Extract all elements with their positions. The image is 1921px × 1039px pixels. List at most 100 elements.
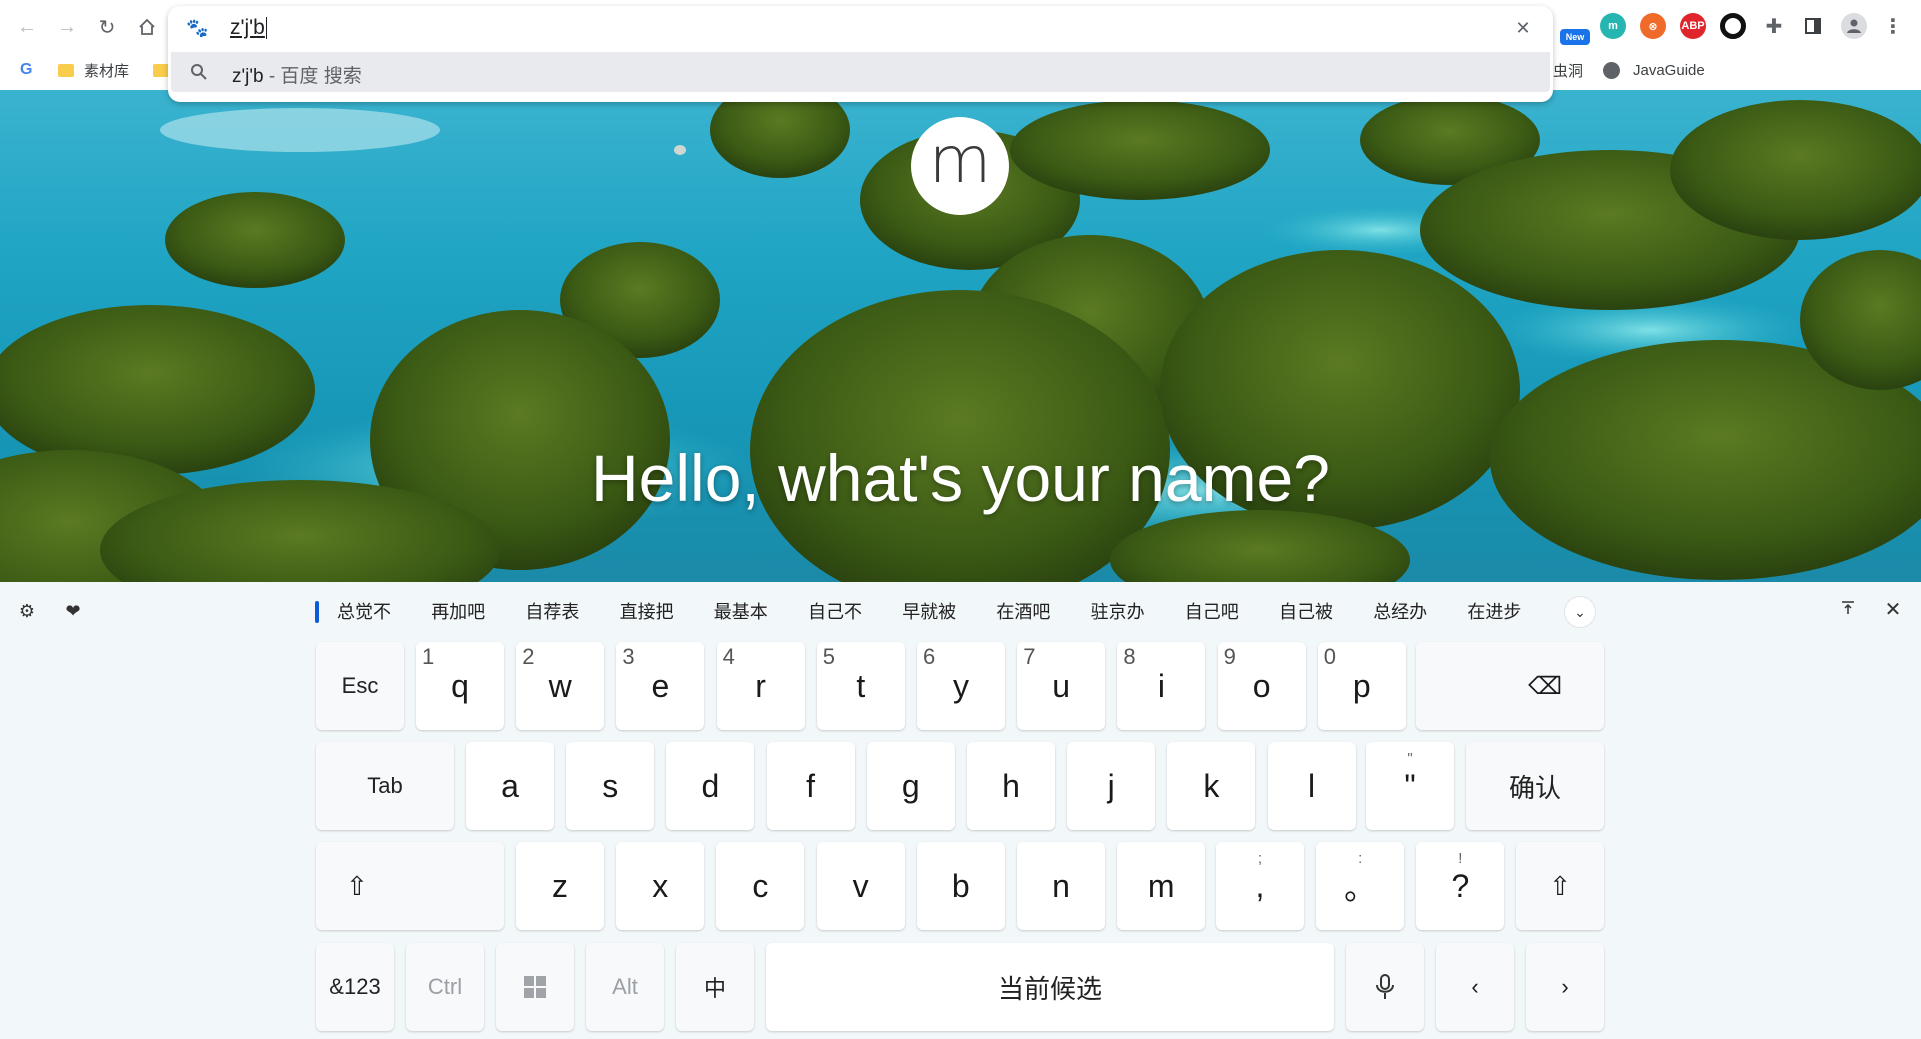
key-a[interactable]: a <box>466 742 554 830</box>
key-x[interactable]: x <box>616 842 705 930</box>
browser-menu-button[interactable]: ⋮ <box>1880 13 1906 39</box>
emoji-clipboard-button[interactable]: ❤ <box>62 600 84 622</box>
candidate-item[interactable]: 再加吧 <box>431 596 485 628</box>
extensions-puzzle-button[interactable]: ✚ <box>1761 13 1787 39</box>
m-extension[interactable]: m <box>1600 13 1626 39</box>
alt-key[interactable]: Alt <box>586 943 664 1031</box>
candidate-item[interactable]: 总经办 <box>1373 596 1427 628</box>
key-m[interactable]: m <box>1117 842 1206 930</box>
key-l[interactable]: l <box>1267 742 1356 830</box>
key-p[interactable]: 0p <box>1317 642 1406 730</box>
candidate-item[interactable]: 驻京办 <box>1091 596 1145 628</box>
language-key[interactable]: 中 <box>676 943 754 1031</box>
key-b[interactable]: b <box>916 842 1005 930</box>
candidate-item[interactable]: 自己吧 <box>1185 596 1239 628</box>
key-k[interactable]: k <box>1167 742 1256 830</box>
key-w[interactable]: 2w <box>516 642 605 730</box>
profile-avatar-button[interactable] <box>1841 13 1867 39</box>
candidate-item[interactable]: 直接把 <box>620 596 674 628</box>
key-char: ? <box>1451 867 1470 904</box>
candidate-item[interactable]: 最基本 <box>714 596 768 628</box>
quote-key[interactable]: " " <box>1366 742 1454 830</box>
microphone-key[interactable] <box>1346 943 1424 1031</box>
backspace-key[interactable]: ⌫ <box>1416 642 1604 730</box>
key-number: 1 <box>422 644 435 669</box>
space-key[interactable]: 当前候选 <box>766 943 1334 1031</box>
bookmark-chongdong[interactable]: 虫洞 <box>1553 58 1583 82</box>
candidate-item[interactable]: 在酒吧 <box>996 596 1050 628</box>
search-suggestion-row[interactable]: z'j'b - 百度 搜索 <box>171 52 1550 92</box>
candidate-item[interactable]: 在进步 <box>1467 596 1521 628</box>
key-u[interactable]: 7u <box>1017 642 1106 730</box>
candidate-item[interactable]: 早就被 <box>902 596 956 628</box>
key-i[interactable]: 8i <box>1117 642 1206 730</box>
key-s[interactable]: s <box>566 742 655 830</box>
tab-key[interactable]: Tab <box>316 742 454 830</box>
momentum-logo: m <box>911 117 1009 215</box>
key-n[interactable]: n <box>1017 842 1105 930</box>
reload-button[interactable]: ↻ <box>92 12 122 42</box>
profile-icon <box>1847 19 1861 33</box>
bookmark-folder-sucaiku[interactable]: 素材库 <box>58 58 129 82</box>
windows-key[interactable] <box>496 943 574 1031</box>
suggestion-query: z'j'b <box>232 66 264 87</box>
clear-input-button[interactable]: ✕ <box>1511 16 1535 40</box>
shift-right-key[interactable]: ⇧ <box>1516 842 1604 930</box>
arrow-right-key[interactable]: › <box>1526 943 1604 1031</box>
candidate-item[interactable]: 总觉不 <box>337 596 391 628</box>
candidate-item[interactable]: 自己不 <box>808 596 862 628</box>
close-keyboard-button[interactable]: ✕ <box>1881 598 1905 622</box>
greeting-prompt: Hello, what's your name? <box>591 441 1330 515</box>
arrow-left-key[interactable]: ‹ <box>1436 943 1514 1031</box>
confirm-key[interactable]: 确认 <box>1466 742 1604 830</box>
forward-button[interactable]: → <box>52 12 82 42</box>
ring-extension[interactable] <box>1720 13 1746 39</box>
key-shift-char: ! <box>1458 850 1463 867</box>
period-key[interactable]: :。 <box>1316 842 1405 930</box>
home-button[interactable] <box>132 12 162 42</box>
key-h[interactable]: h <box>967 742 1055 830</box>
side-panel-button[interactable] <box>1800 13 1826 39</box>
key-z[interactable]: z <box>516 842 604 930</box>
expand-candidates-button[interactable]: ⌄ <box>1564 596 1596 628</box>
orange-extension[interactable]: ⊗ <box>1640 13 1666 39</box>
address-bar[interactable]: 🐾 z'j'b ✕ <box>168 6 1553 50</box>
key-r[interactable]: 4r <box>716 642 805 730</box>
keyboard-settings-button[interactable]: ⚙ <box>16 600 38 622</box>
key-y[interactable]: 6y <box>917 642 1005 730</box>
key-g[interactable]: g <box>866 742 955 830</box>
address-input[interactable]: z'j'b <box>230 14 267 42</box>
shift-left-key[interactable]: ⇧ <box>316 842 504 930</box>
back-button[interactable]: ← <box>12 12 42 42</box>
key-f[interactable]: f <box>766 742 855 830</box>
key-j[interactable]: j <box>1067 742 1156 830</box>
gear-icon: ⚙ <box>18 601 36 621</box>
key-char: x <box>652 867 669 904</box>
comma-key[interactable]: ;, <box>1216 842 1304 930</box>
symbols-key[interactable]: &123 <box>316 943 394 1031</box>
key-e[interactable]: 3e <box>616 642 705 730</box>
bookmark-javaguide[interactable]: JavaGuide <box>1603 58 1705 82</box>
question-key[interactable]: !? <box>1416 842 1505 930</box>
new-badge-extension[interactable]: New <box>1560 29 1590 45</box>
dock-keyboard-button[interactable] <box>1837 600 1859 622</box>
google-bookmark[interactable]: G <box>20 58 32 82</box>
key-c[interactable]: c <box>716 842 805 930</box>
key-char: v <box>852 867 869 904</box>
bookmark-folder-2[interactable] <box>153 58 169 82</box>
key-v[interactable]: v <box>816 842 905 930</box>
key-char: w <box>548 667 572 704</box>
key-shift-char: " <box>1407 750 1413 767</box>
text-caret <box>265 17 267 40</box>
key-t[interactable]: 5t <box>816 642 905 730</box>
key-o[interactable]: 9o <box>1217 642 1306 730</box>
candidate-item[interactable]: 自己被 <box>1279 596 1333 628</box>
adblock-plus-extension[interactable]: ABP <box>1680 13 1706 39</box>
key-label: Esc <box>341 673 379 698</box>
key-d[interactable]: d <box>666 742 755 830</box>
candidate-item[interactable]: 自荐表 <box>525 596 579 628</box>
esc-key[interactable]: Esc <box>316 642 404 730</box>
key-q[interactable]: 1q <box>416 642 504 730</box>
ctrl-key[interactable]: Ctrl <box>406 943 484 1031</box>
chevron-down-icon: ⌄ <box>1574 604 1586 620</box>
